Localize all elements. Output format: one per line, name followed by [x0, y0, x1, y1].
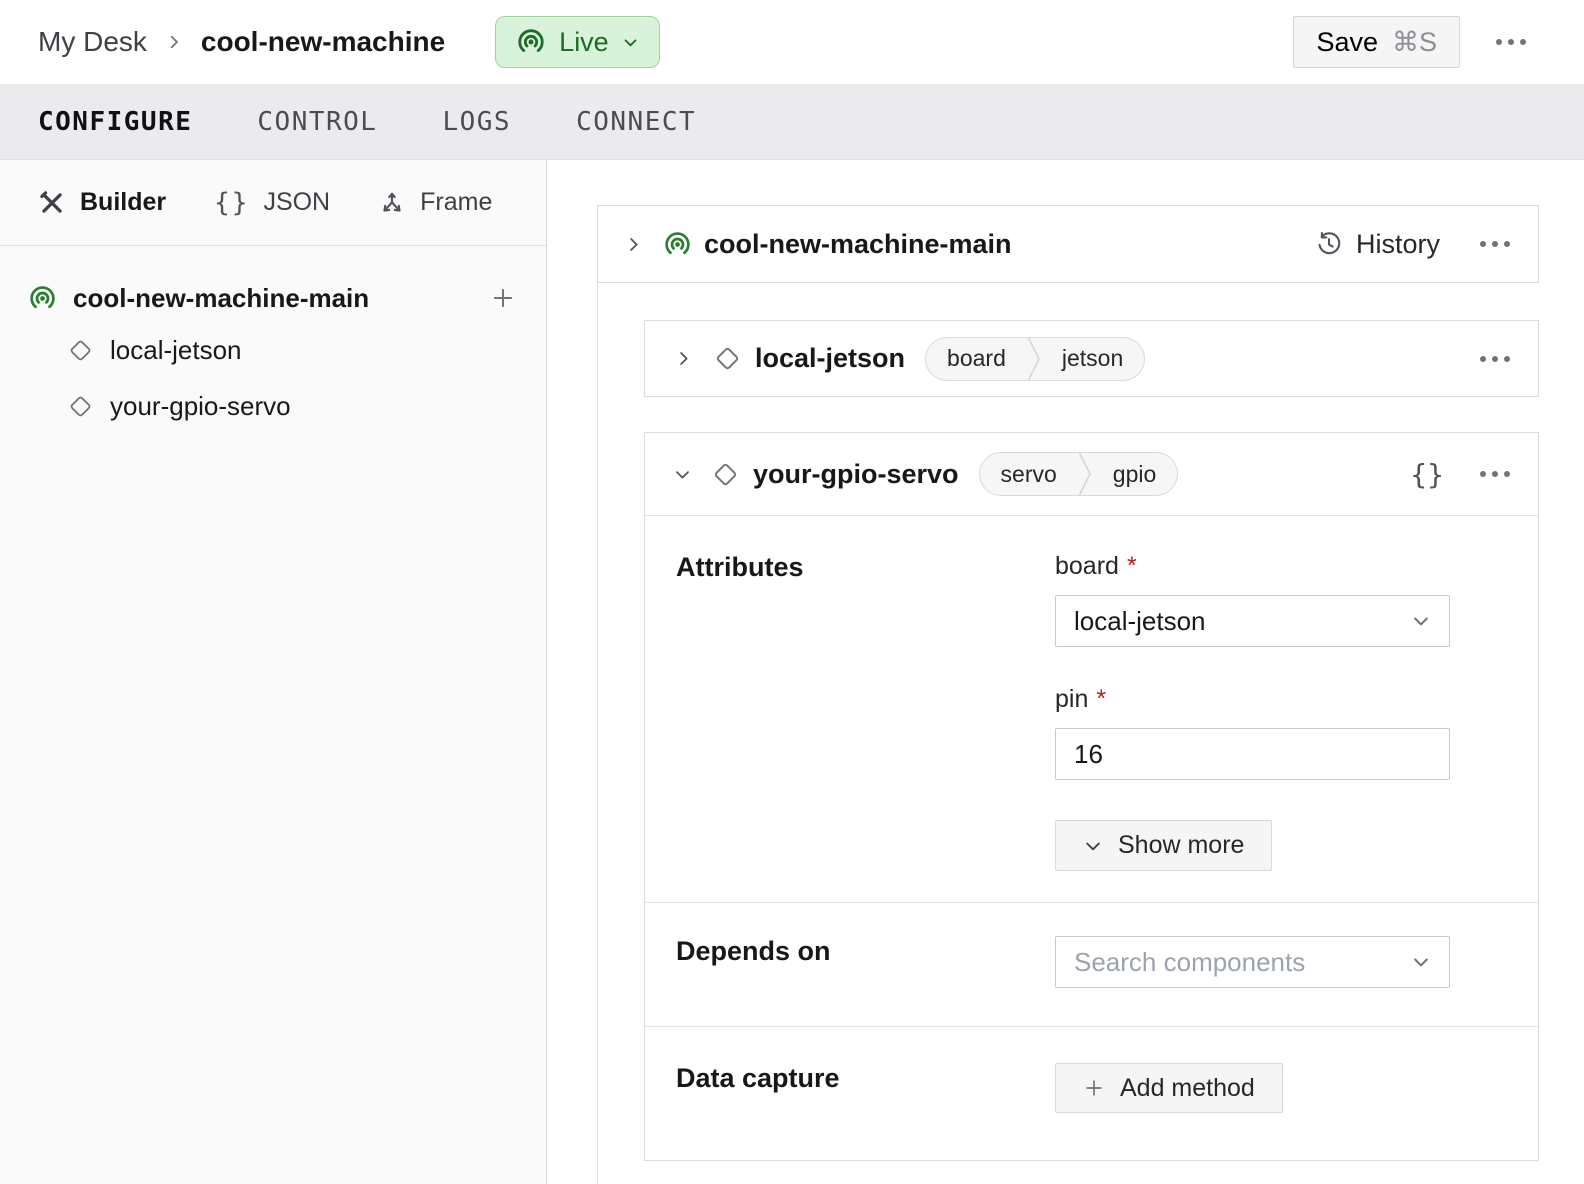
viam-signal-icon — [516, 27, 546, 57]
mode-frame-label: Frame — [420, 188, 492, 217]
history-button-label: History — [1356, 229, 1440, 260]
save-button[interactable]: Save ⌘S — [1293, 16, 1460, 68]
add-method-label: Add method — [1120, 1074, 1255, 1103]
depends-on-section: Depends on Search components — [645, 903, 1538, 1027]
chevron-down-icon — [1411, 952, 1431, 972]
frame-axes-icon — [378, 189, 406, 217]
attributes-heading: Attributes — [676, 552, 1055, 871]
save-shortcut-hint: ⌘S — [1392, 27, 1437, 58]
tree-child-label: your-gpio-servo — [110, 391, 291, 422]
tree-item-your-gpio-servo[interactable]: your-gpio-servo — [28, 378, 518, 434]
breadcrumb-machine-name: cool-new-machine — [201, 26, 445, 58]
show-more-button[interactable]: Show more — [1055, 820, 1272, 871]
depends-on-heading: Depends on — [676, 936, 1055, 988]
component-card-menu-icon[interactable] — [1478, 465, 1512, 483]
pill-divider-icon — [1078, 452, 1092, 496]
component-diamond-icon — [712, 461, 739, 488]
view-mode-toolbar: Builder {} JSON Frame — [0, 160, 546, 246]
tree-connector-line — [597, 283, 598, 1184]
board-select[interactable]: local-jetson — [1055, 595, 1450, 647]
required-asterisk: * — [1127, 552, 1137, 581]
attributes-section: Attributes board * local-jetson pin — [645, 516, 1538, 903]
braces-icon: {} — [214, 188, 249, 218]
data-capture-section: Data capture Add method — [645, 1027, 1538, 1160]
machine-part-title: cool-new-machine-main — [704, 229, 1012, 260]
chevron-down-icon — [622, 34, 639, 51]
component-type-pill: board jetson — [925, 337, 1145, 381]
viam-signal-icon — [28, 284, 57, 313]
component-type: servo — [980, 461, 1078, 488]
collapse-chevron-icon[interactable] — [673, 465, 692, 484]
mode-builder-label: Builder — [80, 188, 166, 217]
breadcrumb-parent[interactable]: My Desk — [38, 26, 147, 58]
edit-json-braces-icon[interactable]: {} — [1410, 458, 1444, 491]
expand-chevron-icon[interactable] — [624, 235, 643, 254]
component-card-local-jetson: local-jetson board jetson — [644, 320, 1539, 397]
topbar-overflow-menu-icon[interactable] — [1494, 33, 1528, 51]
chevron-down-icon — [1083, 836, 1103, 856]
tree-root-label: cool-new-machine-main — [73, 283, 369, 314]
mode-json[interactable]: {} JSON — [214, 188, 330, 218]
show-more-label: Show more — [1118, 831, 1244, 860]
board-field-label: board * — [1055, 552, 1137, 581]
expand-chevron-icon[interactable] — [674, 349, 693, 368]
tab-configure[interactable]: CONFIGURE — [38, 107, 192, 137]
depends-on-placeholder: Search components — [1074, 947, 1305, 978]
component-name: local-jetson — [755, 343, 905, 374]
machine-part-card: cool-new-machine-main History — [597, 205, 1539, 283]
machine-card-menu-icon[interactable] — [1478, 235, 1512, 253]
pill-divider-icon — [1027, 337, 1041, 381]
depends-on-select[interactable]: Search components — [1055, 936, 1450, 988]
data-capture-heading: Data capture — [676, 1063, 1055, 1160]
tree-item-local-jetson[interactable]: local-jetson — [28, 322, 518, 378]
component-diamond-icon — [714, 345, 741, 372]
config-content: cool-new-machine-main History — [547, 160, 1584, 1184]
chevron-down-icon — [1411, 611, 1431, 631]
save-button-label: Save — [1316, 27, 1378, 58]
tree-child-label: local-jetson — [110, 335, 242, 366]
component-card-menu-icon[interactable] — [1478, 350, 1512, 368]
history-button[interactable]: History — [1315, 229, 1440, 260]
component-diamond-icon — [68, 338, 93, 363]
tree-item-machine-main[interactable]: cool-new-machine-main — [28, 274, 518, 322]
tab-logs[interactable]: LOGS — [442, 107, 511, 137]
config-sidebar: Builder {} JSON Frame — [0, 160, 547, 1184]
plus-icon — [1083, 1077, 1105, 1099]
component-card-your-gpio-servo: your-gpio-servo servo gpio {} Attributes… — [644, 432, 1539, 1161]
component-name: your-gpio-servo — [753, 459, 959, 490]
live-status-dropdown[interactable]: Live — [495, 16, 660, 68]
main-tab-bar: CONFIGURE CONTROL LOGS CONNECT — [0, 84, 1584, 160]
component-tree: cool-new-machine-main local-jetson your-… — [0, 246, 546, 434]
top-bar: My Desk cool-new-machine Live Save ⌘S — [0, 0, 1584, 84]
component-model: gpio — [1092, 461, 1177, 488]
add-component-icon[interactable] — [488, 283, 518, 313]
component-type-pill: servo gpio — [979, 452, 1179, 496]
builder-tools-icon — [38, 189, 66, 217]
component-card-header: your-gpio-servo servo gpio {} — [645, 433, 1538, 516]
mode-json-label: JSON — [263, 188, 330, 217]
component-diamond-icon — [68, 394, 93, 419]
tab-connect[interactable]: CONNECT — [576, 107, 696, 137]
required-asterisk: * — [1096, 685, 1106, 714]
history-clock-icon — [1315, 230, 1343, 258]
live-badge-label: Live — [559, 27, 609, 58]
add-method-button[interactable]: Add method — [1055, 1063, 1283, 1113]
component-type: board — [926, 345, 1027, 372]
mode-frame[interactable]: Frame — [378, 188, 492, 217]
breadcrumb-chevron-icon — [165, 33, 183, 51]
component-model: jetson — [1041, 345, 1144, 372]
pin-field-label: pin * — [1055, 685, 1106, 714]
viam-signal-icon — [663, 230, 692, 259]
tab-control[interactable]: CONTROL — [257, 107, 377, 137]
board-select-value: local-jetson — [1074, 606, 1206, 637]
pin-input[interactable] — [1055, 728, 1450, 780]
mode-builder[interactable]: Builder — [38, 188, 166, 217]
